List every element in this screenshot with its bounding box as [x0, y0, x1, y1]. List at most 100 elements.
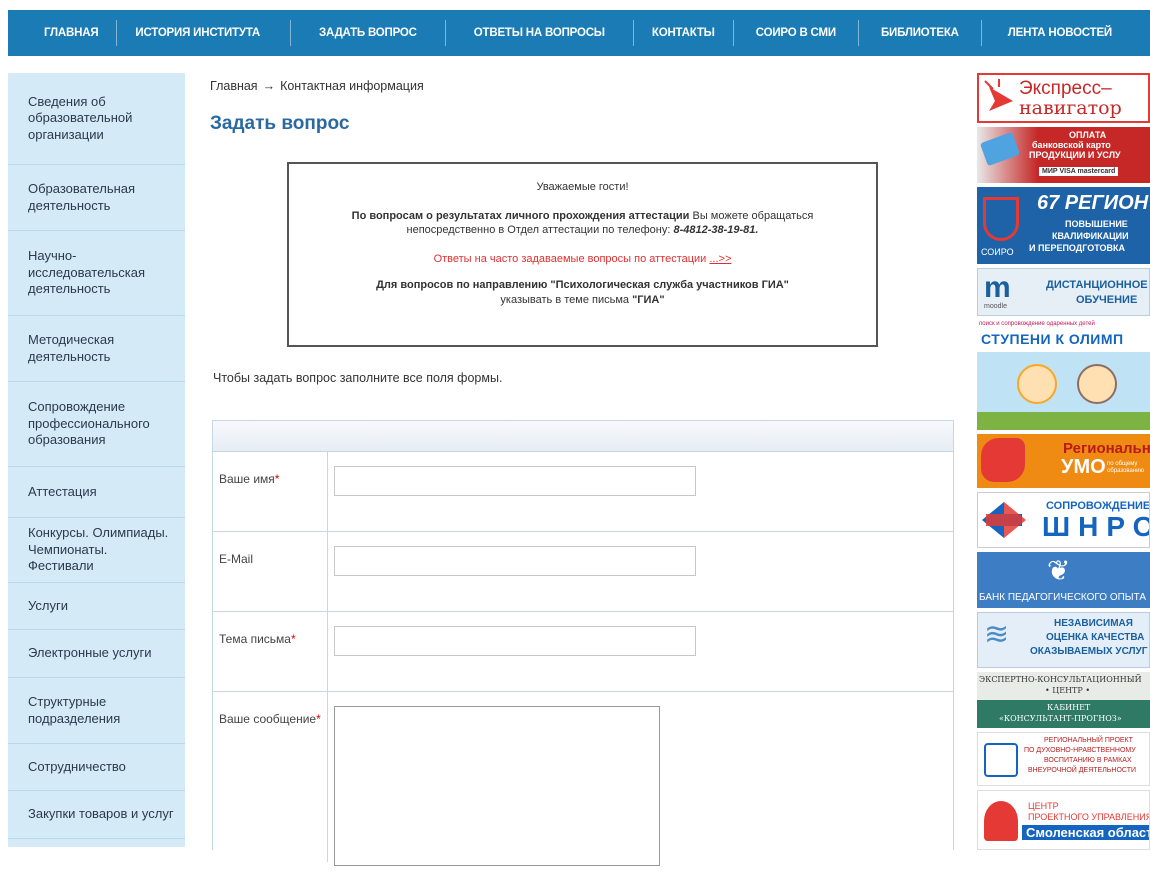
sidebar-item-methodical[interactable]: Методическая деятельность: [8, 316, 185, 382]
banner-region-line3: И ПЕРЕПОДГОТОВКА: [1029, 243, 1125, 253]
notice-phone: 8-4812-38-19-81.: [673, 224, 759, 236]
banner-ped-bank[interactable]: ❦ БАНК ПЕДАГОГИЧЕСКОГО ОПЫТА: [977, 552, 1150, 608]
form-row-subject: Тема письма*: [213, 612, 953, 692]
breadcrumb-home-link[interactable]: Главная: [210, 79, 258, 93]
required-mark: *: [290, 632, 296, 646]
banner-olympus[interactable]: поиск и сопровождение одаренных детей СТ…: [977, 320, 1150, 430]
banner-express-navigator[interactable]: Экспресс– навигатор: [977, 73, 1150, 123]
email-input[interactable]: [334, 546, 696, 576]
name-label: Ваше имя*: [213, 452, 328, 531]
sidebar-item-departments[interactable]: Структурные подразделения: [8, 678, 185, 744]
notice-attestation-text: По вопросам о результатах личного прохож…: [351, 209, 690, 222]
sidebar-item-label: Структурные подразделения: [28, 694, 121, 726]
notice-contact-text: Вы можете обращаться: [689, 209, 814, 222]
sidebar-item-education[interactable]: Образовательная деятельность: [8, 165, 185, 231]
banner-umo-line3: по общему образованию: [1107, 461, 1145, 474]
sidebar-item-prof-education[interactable]: Сопровождение профессионального образова…: [8, 382, 185, 467]
banner-region-title: 67 РЕГИОН: [1037, 192, 1149, 214]
arrows-icon: [982, 502, 1026, 538]
banner-consulting-line3: КАБИНЕТ: [1047, 703, 1091, 712]
banner-project-line2: ПРОЕКТНОГО УПРАВЛЕНИЯ: [1028, 812, 1150, 822]
sidebar-item-label: Конкурсы. Олимпиады. Чемпионаты. Фестива…: [28, 525, 169, 574]
subject-input[interactable]: [334, 626, 696, 656]
region-map-icon: [981, 438, 1025, 482]
banner-region-line2: КВАЛИФИКАЦИИ: [1052, 231, 1129, 241]
sidebar-item-research[interactable]: Научно-исследовательская деятельность: [8, 231, 185, 316]
sidebar-item-procurement[interactable]: Закупки товаров и услуг: [8, 791, 185, 839]
sidebar-item-label: Закупки товаров и услуг: [28, 806, 174, 822]
banner-quality-line1: НЕЗАВИСИМАЯ: [1054, 618, 1133, 629]
message-textarea[interactable]: [334, 706, 660, 866]
banner-spiritual-project[interactable]: РЕГИОНАЛЬНЫЙ ПРОЕКТ ПО ДУХОВНО-НРАВСТВЕН…: [977, 732, 1150, 786]
sidebar-item-label: Образовательная деятельность: [28, 181, 136, 213]
email-label: E-Mail: [213, 532, 328, 611]
banner-regional-umo[interactable]: Региональное УМО по общему образованию: [977, 434, 1150, 488]
form-instruction: Чтобы задать вопрос заполните все поля ф…: [213, 371, 503, 385]
notice-greeting: Уважаемые гости!: [536, 181, 629, 193]
sidebar-item-e-services[interactable]: Электронные услуги: [8, 630, 185, 678]
banner-consulting[interactable]: ЭКСПЕРТНО-КОНСУЛЬТАЦИОННЫЙ • ЦЕНТР • КАБ…: [977, 672, 1150, 728]
notice-faq-text: Ответы на часто задаваемые вопросы по ат…: [433, 252, 710, 265]
banner-quality-assessment[interactable]: ≋ НЕЗАВИСИМАЯ ОЦЕНКА КАЧЕСТВА ОКАЗЫВАЕМЫ…: [977, 612, 1150, 668]
required-mark: *: [274, 472, 280, 486]
sidebar-item-label: Методическая деятельность: [28, 332, 115, 364]
sidebar-item-label: Сведения об образовательной организации: [28, 93, 133, 142]
sidebar-item-cooperation[interactable]: Сотрудничество: [8, 744, 185, 791]
banner-consulting-line2: • ЦЕНТР •: [1045, 686, 1091, 695]
navigator-arrow-icon: [984, 79, 1013, 111]
top-navigation: ГЛАВНАЯ ИСТОРИЯ ИНСТИТУТА ЗАДАТЬ ВОПРОС …: [8, 10, 1150, 56]
notice-department-text: непосредственно в Отдел аттестации по те…: [406, 224, 674, 236]
sidebar-item-services[interactable]: Услуги: [8, 583, 185, 630]
shield-icon: [983, 197, 1019, 241]
child-icon: [1017, 364, 1057, 404]
book-icon: ≋: [984, 618, 1010, 651]
nav-media[interactable]: СОИРО В СМИ: [734, 20, 859, 46]
nav-institute-history[interactable]: ИСТОРИЯ ИНСТИТУТА: [117, 20, 292, 46]
sidebar-item-contests[interactable]: Конкурсы. Олимпиады. Чемпионаты. Фестива…: [8, 518, 185, 583]
banner-67-region[interactable]: СОИРО 67 РЕГИОН ПОВЫШЕНИЕ КВАЛИФИКАЦИИ И…: [977, 187, 1150, 264]
form-row-email: E-Mail: [213, 532, 953, 612]
sidebar-item-label: Аттестация: [28, 483, 97, 499]
banner-region-logo: СОИРО: [981, 247, 1014, 257]
nav-contacts[interactable]: КОНТАКТЫ: [634, 20, 734, 46]
nav-news-feed[interactable]: ЛЕНТА НОВОСТЕЙ: [982, 20, 1138, 46]
banner-spiritual-line4: ВНЕУРОЧНОЙ ДЕЯТЕЛЬНОСТИ: [1028, 767, 1137, 774]
child-icon: [1077, 364, 1117, 404]
form-row-name: Ваше имя*: [213, 452, 953, 532]
page-title: Задать вопрос: [210, 113, 350, 134]
subject-label: Тема письма*: [213, 612, 328, 691]
banner-project-line1: ЦЕНТР: [1028, 801, 1059, 811]
banner-shnro-line2: ШНРО: [1042, 511, 1149, 542]
banner-region-line1: ПОВЫШЕНИЕ: [1065, 219, 1128, 229]
breadcrumb: Главная → Контактная информация: [210, 79, 955, 93]
banner-shnro[interactable]: СОПРОВОЖДЕНИЕ ШНРО: [977, 492, 1150, 548]
nav-answers[interactable]: ОТВЕТЫ НА ВОПРОСЫ: [446, 20, 634, 46]
moodle-icon: m: [984, 271, 1011, 304]
form-header: [213, 421, 953, 452]
nav-home[interactable]: ГЛАВНАЯ: [8, 20, 118, 46]
banner-umo-line1: Региональное: [1063, 440, 1150, 457]
banner-project-center[interactable]: ЦЕНТР ПРОЕКТНОГО УПРАВЛЕНИЯ Смоленская о…: [977, 790, 1150, 850]
name-input[interactable]: [334, 466, 696, 496]
banner-distance-line1: ДИСТАНЦИОННОЕ: [1046, 279, 1148, 291]
banner-card-payment[interactable]: ОПЛАТА банковской карто ПРОДУКЦИИ И УСЛУ…: [977, 127, 1150, 183]
form-row-message: Ваше сообщение*: [213, 692, 953, 866]
notice-gia-text: Для вопросов по направлению "Психологиче…: [376, 279, 789, 291]
sidebar-item-org-info[interactable]: Сведения об образовательной организации: [8, 73, 185, 165]
banner-card-line3: ПРОДУКЦИИ И УСЛУ: [1029, 150, 1121, 160]
sidebar-item-label: Научно-исследовательская деятельность: [28, 248, 146, 297]
credit-card-icon: [979, 131, 1021, 167]
nav-library[interactable]: БИБЛИОТЕКА: [859, 20, 982, 46]
notice-faq-link[interactable]: ...>>: [709, 253, 731, 265]
sidebar-item-label: Услуги: [28, 597, 68, 613]
banner-quality-line2: ОЦЕНКА КАЧЕСТВА: [1046, 632, 1145, 643]
notice-gia-tag: "ГИА": [632, 293, 665, 306]
banner-distance-learning[interactable]: m moodle ДИСТАНЦИОННОЕ ОБУЧЕНИЕ: [977, 268, 1150, 316]
apple-books-icon: [984, 801, 1018, 841]
banner-olympus-title: СТУПЕНИ К ОЛИМП: [981, 331, 1124, 347]
nav-ask-question[interactable]: ЗАДАТЬ ВОПРОС: [291, 20, 446, 46]
required-mark: *: [316, 712, 321, 726]
sidebar-item-attestation[interactable]: Аттестация: [8, 467, 185, 518]
banner-column: Экспресс– навигатор ОПЛАТА банковской ка…: [977, 73, 1150, 854]
sidebar: Сведения об образовательной организации …: [8, 73, 185, 847]
